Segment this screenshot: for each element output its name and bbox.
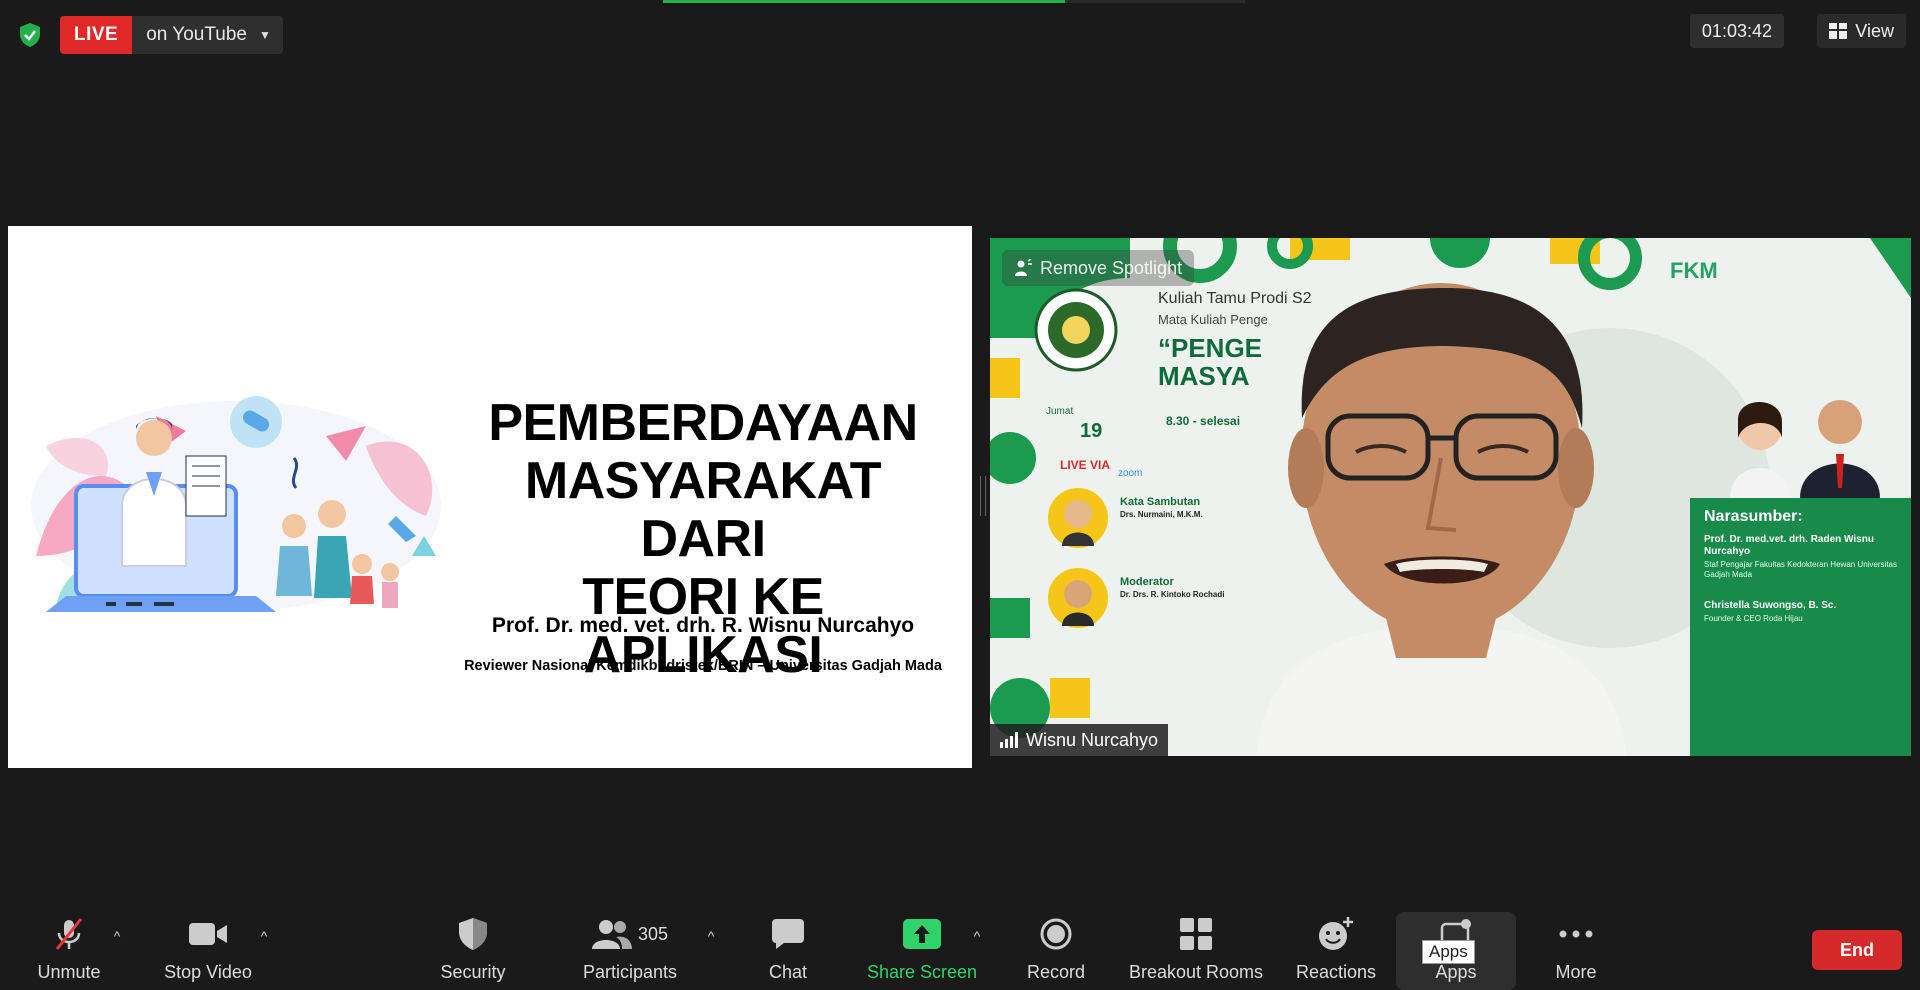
slide-title-line: MASYARAKAT DARI [524, 452, 882, 568]
meeting-timer: 01:03:42 [1689, 14, 1784, 48]
remove-spotlight-button[interactable]: Remove Spotlight [1002, 250, 1195, 286]
apps-tooltip: Apps [1422, 940, 1475, 964]
stream-target-label: on YouTube [146, 24, 247, 45]
shared-screen-slide: PEMBERDAYAAN MASYARAKAT DARI TEORI KE AP… [8, 226, 972, 768]
live-label: LIVE [60, 16, 133, 54]
live-stream-badge[interactable]: LIVE on YouTube ▼ [60, 16, 283, 54]
security-label: Security [440, 962, 506, 982]
reactions-button[interactable]: Reactions [1294, 906, 1378, 990]
security-shield-icon [458, 916, 488, 952]
top-progress-bar [663, 0, 1245, 3]
chat-label: Chat [768, 962, 808, 982]
slide-affiliation: Reviewer Nasional Kemdikbudristek/BRIN –… [464, 658, 942, 674]
reactions-label: Reactions [1295, 962, 1377, 982]
poster-narasumber-2: Christella Suwongso, B. Sc. [1704, 600, 1837, 611]
speaker-video-tile[interactable]: FKM Kuliah Tamu Prodi S2 Mata Kuliah Pen… [990, 238, 1911, 756]
signal-strength-icon [1000, 732, 1018, 748]
more-label: More [1555, 962, 1597, 982]
poster-speaker-photo-2 [1048, 568, 1108, 628]
record-button[interactable]: Record [1024, 906, 1088, 990]
encryption-shield-icon[interactable] [14, 20, 46, 50]
more-button[interactable]: More [1536, 906, 1616, 990]
top-progress-fill [663, 0, 1065, 3]
share-screen-label: Share Screen [866, 962, 978, 982]
speaker-figure [1256, 283, 1626, 756]
poster-speaker-photos [1730, 400, 1880, 498]
participants-button[interactable]: 305 Participants [578, 906, 682, 990]
poster-narasumber-1-affil: Staf Pengajar Fakultas Kedokteran Hewan … [1704, 560, 1897, 579]
poster-fkm-logo: FKM [1670, 258, 1718, 283]
spotlight-person-icon [1015, 259, 1032, 276]
more-dots-icon [1559, 916, 1593, 952]
panel-resize-handle[interactable] [980, 476, 986, 516]
stream-target-dropdown[interactable]: on YouTube ▼ [132, 16, 283, 54]
poster-sambutan-label: Kata Sambutan [1120, 496, 1201, 508]
end-meeting-button[interactable]: End [1812, 930, 1902, 970]
view-button[interactable]: View [1817, 14, 1906, 48]
poster-speaker-photo-1 [1048, 488, 1108, 548]
participants-label: Participants [582, 962, 678, 982]
poster-narasumber-2-affil: Founder & CEO Roda Hijau [1704, 614, 1803, 623]
chat-bubble-icon [772, 916, 804, 952]
video-options-caret-icon[interactable]: ^ [256, 928, 272, 944]
poster-sambutan-name: Drs. Nurmaini, M.K.M. [1120, 510, 1203, 519]
slide-title: PEMBERDAYAAN MASYARAKAT DARI TEORI KE AP… [468, 394, 938, 684]
smiley-plus-icon [1318, 916, 1354, 952]
audio-options-caret-icon[interactable]: ^ [109, 928, 125, 944]
poster-narasumber-1: Prof. Dr. med.vet. drh. Raden Wisnu Nurc… [1704, 534, 1874, 557]
stop-video-button[interactable]: Stop Video [156, 906, 260, 990]
poster-zoom-logo: zoom [1118, 468, 1143, 479]
participant-count: 305 [637, 923, 669, 944]
telemedicine-illustration [31, 396, 441, 612]
breakout-rooms-button[interactable]: Breakout Rooms [1126, 906, 1266, 990]
grid-view-icon [1829, 23, 1848, 39]
breakout-rooms-icon [1180, 916, 1212, 952]
breakout-rooms-label: Breakout Rooms [1128, 962, 1264, 982]
participant-name-tag: Wisnu Nurcahyo [990, 724, 1169, 756]
slide-title-line: PEMBERDAYAAN [488, 394, 918, 452]
view-label: View [1855, 20, 1894, 41]
unmute-button[interactable]: Unmute [28, 906, 110, 990]
chat-button[interactable]: Chat [758, 906, 818, 990]
meeting-controls-toolbar: Unmute ^ Stop Video ^ Security 305 Parti… [0, 906, 1920, 990]
share-options-caret-icon[interactable]: ^ [969, 928, 985, 944]
video-camera-icon [189, 916, 227, 952]
zoom-meeting-window: LIVE on YouTube ▼ 01:03:42 View PEMBERDA… [0, 0, 1920, 990]
share-screen-icon [903, 916, 941, 952]
apps-label: Apps [1435, 962, 1477, 982]
share-screen-button[interactable]: Share Screen [864, 906, 980, 990]
security-button[interactable]: Security [433, 906, 513, 990]
participants-options-caret-icon[interactable]: ^ [703, 928, 719, 944]
chevron-down-icon: ▼ [258, 28, 271, 42]
unmute-label: Unmute [37, 962, 101, 982]
participant-name: Wisnu Nurcahyo [1026, 729, 1159, 750]
poster-moderator-name: Dr. Drs. R. Kintoko Rochadi [1120, 590, 1225, 599]
poster-date: 19 [1080, 420, 1103, 442]
remove-spotlight-label: Remove Spotlight [1040, 257, 1183, 278]
record-icon [1040, 916, 1072, 952]
poster-day-label: Jumat [1046, 406, 1074, 417]
participants-icon: 305 [591, 916, 669, 952]
poster-live-via: LIVE VIA [1060, 458, 1111, 472]
poster-narasumber-title: Narasumber: [1704, 508, 1803, 525]
record-label: Record [1026, 962, 1086, 982]
poster-moderator-label: Moderator [1120, 576, 1174, 588]
muted-microphone-icon [52, 916, 86, 952]
stop-video-label: Stop Video [164, 962, 252, 982]
slide-author: Prof. Dr. med. vet. drh. R. Wisnu Nurcah… [491, 614, 915, 637]
